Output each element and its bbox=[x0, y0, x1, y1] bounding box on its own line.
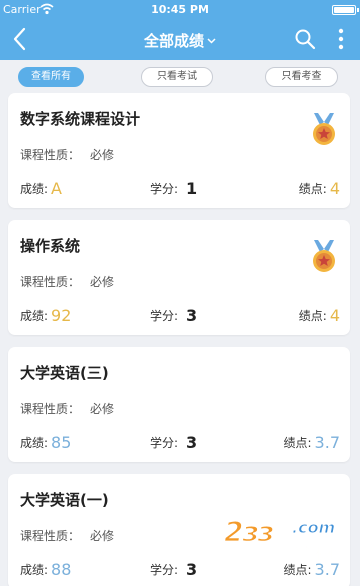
page-title-label: 全部成绩 bbox=[143, 32, 204, 50]
course-name: 大学英语(一) bbox=[20, 491, 109, 509]
nav-bar: 全部成绩 bbox=[0, 20, 360, 60]
gpa-value: 4 bbox=[329, 179, 340, 198]
gpa-value: 3.7 bbox=[314, 433, 340, 452]
course-nature: 课程性质： 必修 bbox=[20, 148, 115, 162]
credit-field: 学分: 3 bbox=[150, 560, 198, 579]
gpa-field: 绩点: 3.7 bbox=[283, 433, 341, 452]
site-watermark-logo: 2ɜɜ .com 手游网 bbox=[223, 514, 335, 563]
course-card[interactable]: 数字系统课程设计 课程性质： 必修 成绩: A 学分: 1 绩点: 4 bbox=[8, 93, 350, 208]
course-card[interactable]: 大学英语(三) 课程性质： 必修 成绩: 85 学分: 3 绩点: 3.7 bbox=[8, 347, 350, 462]
battery-icon bbox=[332, 5, 356, 15]
filter-bar: 查看所有 只看考试 只看考查 bbox=[0, 60, 360, 90]
course-name: 大学英语(三) bbox=[20, 364, 109, 382]
grade-field: 成绩: 85 bbox=[20, 433, 72, 452]
svg-text:.com: .com bbox=[292, 518, 335, 537]
credit-value: 3 bbox=[186, 560, 198, 579]
clock: 10:45 PM bbox=[151, 3, 209, 16]
course-nature: 课程性质： 必修 bbox=[20, 529, 115, 543]
grade-field: 成绩: 88 bbox=[20, 560, 72, 579]
grade-value: 85 bbox=[51, 433, 72, 452]
medal-icon bbox=[313, 113, 335, 145]
status-bar: Carrier 10:45 PM bbox=[0, 0, 360, 20]
filter-all-button[interactable]: 查看所有 bbox=[18, 67, 84, 87]
search-button[interactable] bbox=[294, 28, 316, 50]
credit-value: 1 bbox=[186, 179, 198, 198]
gpa-field: 绩点: 4 bbox=[298, 306, 340, 325]
credit-field: 学分: 1 bbox=[150, 179, 198, 198]
svg-text:2ɜɜ: 2ɜɜ bbox=[224, 515, 274, 548]
filter-assessment-button[interactable]: 只看考查 bbox=[265, 67, 338, 87]
course-name: 操作系统 bbox=[20, 237, 81, 255]
filter-exam-button[interactable]: 只看考试 bbox=[141, 67, 213, 87]
grade-value: 88 bbox=[51, 560, 72, 579]
credit-value: 3 bbox=[186, 306, 198, 325]
chevron-down-icon bbox=[207, 38, 216, 44]
course-name: 数字系统课程设计 bbox=[20, 110, 141, 128]
gpa-field: 绩点: 4 bbox=[298, 179, 340, 198]
course-card[interactable]: 操作系统 课程性质： 必修 成绩: 92 学分: 3 绩点: 4 bbox=[8, 220, 350, 335]
credit-field: 学分: 3 bbox=[150, 433, 198, 452]
credit-value: 3 bbox=[186, 433, 198, 452]
grade-value: 92 bbox=[51, 306, 72, 325]
grade-field: 成绩: 92 bbox=[20, 306, 72, 325]
course-nature: 课程性质： 必修 bbox=[20, 402, 115, 416]
medal-icon bbox=[313, 240, 335, 272]
course-nature: 课程性质： 必修 bbox=[20, 275, 115, 289]
svg-text:手游网: 手游网 bbox=[290, 546, 332, 563]
credit-field: 学分: 3 bbox=[150, 306, 198, 325]
gpa-value: 4 bbox=[329, 306, 340, 325]
more-button[interactable] bbox=[336, 27, 346, 51]
grade-value: A bbox=[51, 179, 62, 198]
grade-field: 成绩: A bbox=[20, 179, 62, 198]
